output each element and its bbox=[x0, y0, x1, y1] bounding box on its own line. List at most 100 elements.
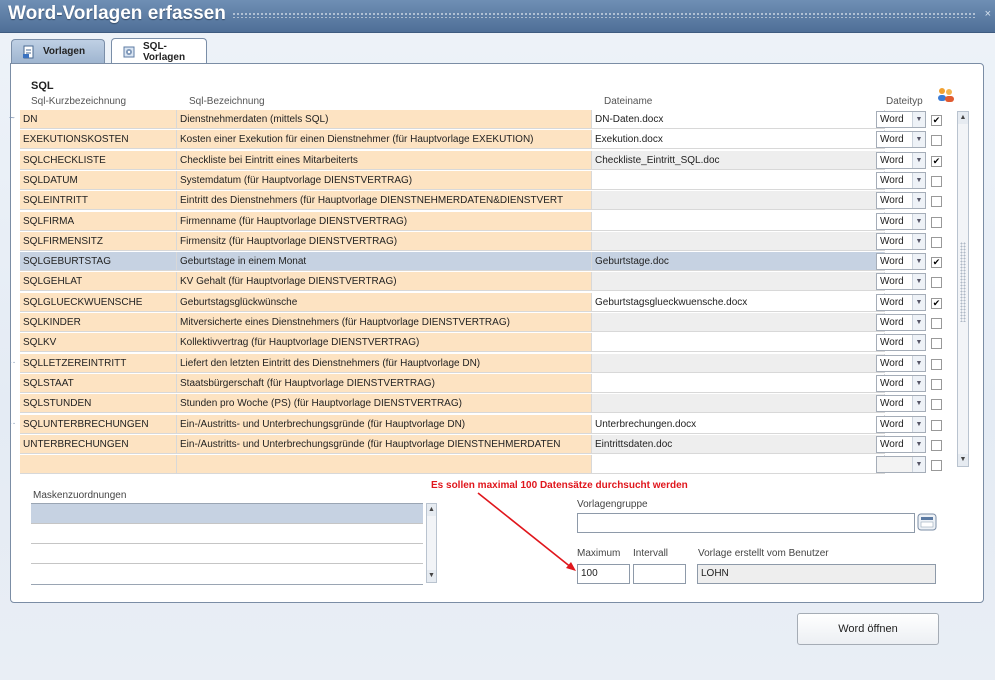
cell-desc[interactable]: Dienstnehmerdaten (mittels SQL) bbox=[177, 110, 592, 129]
cell-short[interactable]: SQLEINTRITT bbox=[20, 191, 177, 211]
cell-desc[interactable]: Staatsbürgerschaft (für Hauptvorlage DIE… bbox=[177, 373, 592, 393]
cell-file[interactable] bbox=[592, 353, 885, 373]
table-row[interactable]: DN Dienstnehmerdaten (mittels SQL) DN-Date… bbox=[20, 110, 885, 130]
table-row[interactable]: SQLGEBURTSTAG Geburtstage in einem Monat G… bbox=[20, 252, 885, 272]
open-word-button[interactable]: Word öffnen bbox=[797, 613, 939, 645]
scroll-down-icon[interactable]: ▼ bbox=[427, 570, 436, 582]
table-row[interactable] bbox=[20, 455, 885, 475]
row-checkbox[interactable] bbox=[931, 378, 942, 390]
row-checkbox[interactable] bbox=[931, 175, 942, 187]
cell-short[interactable]: SQLCHECKLISTE bbox=[20, 150, 177, 170]
table-row[interactable]: SQLEINTRITT Eintritt des Dienstnehmers (f… bbox=[20, 191, 885, 211]
table-row[interactable]: SQLGLUECKWUENSCHE Geburtstagsglückwünsche… bbox=[20, 292, 885, 313]
group-field[interactable] bbox=[577, 513, 915, 533]
chevron-down-icon[interactable]: ▼ bbox=[912, 152, 925, 168]
type-select[interactable]: Word ▼ bbox=[876, 232, 926, 250]
row-checkbox[interactable]: ✔ bbox=[931, 115, 942, 126]
list-item[interactable] bbox=[31, 524, 423, 544]
row-checkbox[interactable] bbox=[931, 216, 942, 228]
cell-desc[interactable]: Geburtstagsglückwünsche bbox=[177, 292, 592, 312]
chevron-down-icon[interactable]: ▼ bbox=[912, 457, 925, 473]
cell-file[interactable]: Geburtstage.doc bbox=[592, 252, 885, 272]
type-select[interactable]: Word ▼ bbox=[876, 435, 926, 453]
type-select[interactable]: Word ▼ bbox=[876, 374, 926, 392]
cell-desc[interactable]: Kollektivvertrag (für Hauptvorlage DIENS… bbox=[177, 333, 592, 353]
row-checkbox[interactable]: ✔ bbox=[931, 155, 942, 167]
type-select[interactable]: ▼ bbox=[876, 456, 926, 474]
cell-short[interactable]: DN bbox=[20, 110, 177, 129]
cell-file[interactable] bbox=[592, 211, 885, 231]
table-row[interactable]: SQLUNTERBRECHUNGEN Ein-/Austritts- und Un… bbox=[20, 414, 885, 435]
cell-short[interactable]: SQLGEHLAT bbox=[20, 272, 177, 292]
cell-short[interactable]: SQLFIRMA bbox=[20, 211, 177, 231]
row-checkbox[interactable] bbox=[931, 358, 942, 370]
chevron-down-icon[interactable]: ▼ bbox=[912, 396, 925, 412]
chevron-down-icon[interactable]: ▼ bbox=[912, 436, 925, 452]
cell-desc[interactable]: Kosten einer Exekution für einen Dienstn… bbox=[177, 130, 592, 150]
chevron-down-icon[interactable]: ▼ bbox=[912, 132, 925, 148]
scroll-grip[interactable] bbox=[960, 242, 966, 322]
row-checkbox[interactable] bbox=[931, 318, 942, 329]
chevron-down-icon[interactable]: ▼ bbox=[912, 233, 925, 249]
row-checkbox[interactable] bbox=[931, 196, 942, 208]
table-row[interactable]: EXEKUTIONSKOSTEN Kosten einer Exekution f… bbox=[20, 130, 885, 150]
cell-desc[interactable]: Eintritt des Dienstnehmers (für Hauptvor… bbox=[177, 191, 592, 211]
chevron-down-icon[interactable]: ▼ bbox=[912, 172, 925, 188]
table-row[interactable]: SQLSTUNDEN Stunden pro Woche (PS) (für Ha… bbox=[20, 394, 885, 414]
cell-short[interactable]: SQLFIRMENSITZ bbox=[20, 231, 177, 251]
list-item[interactable] bbox=[31, 544, 423, 564]
cell-desc[interactable]: Ein-/Austritts- und Unterbrechungsgründe… bbox=[177, 414, 592, 434]
cell-desc[interactable]: Systemdatum (für Hauptvorlage DIENSTVERT… bbox=[177, 170, 592, 190]
chevron-down-icon[interactable]: ▼ bbox=[912, 112, 925, 127]
row-checkbox[interactable] bbox=[931, 236, 942, 248]
cell-file[interactable] bbox=[592, 272, 885, 292]
cell-short[interactable]: SQLGEBURTSTAG bbox=[20, 252, 177, 272]
chevron-down-icon[interactable]: ▼ bbox=[912, 315, 925, 330]
cell-desc[interactable]: Liefert den letzten Eintritt des Dienstn… bbox=[177, 353, 592, 373]
cell-file[interactable] bbox=[592, 333, 885, 353]
cell-file[interactable] bbox=[592, 394, 885, 414]
table-row[interactable]: SQLFIRMENSITZ Firmensitz (für Hauptvorlag… bbox=[20, 231, 885, 252]
chevron-down-icon[interactable]: ▼ bbox=[912, 193, 925, 209]
calendar-picker-icon[interactable] bbox=[917, 512, 937, 535]
cell-short[interactable]: SQLGLUECKWUENSCHE bbox=[20, 292, 177, 312]
cell-file[interactable]: Exekution.docx bbox=[592, 130, 885, 150]
table-row[interactable]: SQLCHECKLISTE Checkliste bei Eintritt ein… bbox=[20, 150, 885, 171]
cell-desc[interactable]: Checkliste bei Eintritt eines Mitarbeite… bbox=[177, 150, 592, 170]
tab-sql-vorlagen[interactable]: SQL-Vorlagen bbox=[111, 38, 207, 64]
table-row[interactable]: SQLKINDER Mitversicherte eines Dienstnehm… bbox=[20, 313, 885, 333]
scroll-up-icon[interactable]: ▲ bbox=[958, 112, 968, 124]
cell-desc[interactable]: Firmensitz (für Hauptvorlage DIENSTVERTR… bbox=[177, 231, 592, 251]
row-checkbox[interactable] bbox=[931, 135, 942, 147]
scroll-down-icon[interactable]: ▼ bbox=[958, 454, 968, 466]
table-scrollbar[interactable]: ▲ ▼ bbox=[957, 111, 969, 467]
max-field[interactable]: 100 bbox=[577, 564, 630, 584]
users-icon[interactable] bbox=[936, 87, 956, 106]
cell-short[interactable]: SQLLETZEREINTRITT bbox=[20, 353, 177, 373]
type-select[interactable]: Word ▼ bbox=[876, 253, 926, 271]
row-checkbox[interactable] bbox=[931, 277, 942, 289]
masks-scrollbar[interactable]: ▲ ▼ bbox=[426, 503, 437, 583]
chevron-down-icon[interactable]: ▼ bbox=[912, 254, 925, 270]
row-checkbox[interactable] bbox=[931, 399, 942, 411]
row-checkbox[interactable] bbox=[931, 419, 942, 431]
type-select[interactable]: Word ▼ bbox=[876, 354, 926, 372]
table-row[interactable]: SQLSTAAT Staatsbürgerschaft (für Hauptvor… bbox=[20, 373, 885, 394]
type-select[interactable]: Word ▼ bbox=[876, 212, 926, 230]
type-select[interactable]: Word ▼ bbox=[876, 171, 926, 189]
type-select[interactable]: Word ▼ bbox=[876, 395, 926, 413]
cell-file[interactable]: Unterbrechungen.docx bbox=[592, 414, 885, 434]
table-row[interactable]: SQLDATUM Systemdatum (für Hauptvorlage DI… bbox=[20, 170, 885, 191]
list-item[interactable] bbox=[31, 564, 423, 584]
type-select[interactable]: Word ▼ bbox=[876, 273, 926, 291]
cell-desc[interactable]: Geburtstage in einem Monat bbox=[177, 252, 592, 272]
cell-short[interactable]: SQLSTAAT bbox=[20, 373, 177, 393]
interval-field[interactable] bbox=[633, 564, 686, 584]
type-select[interactable]: Word ▼ bbox=[876, 293, 926, 311]
cell-desc[interactable]: Stunden pro Woche (PS) (für Hauptvorlage… bbox=[177, 394, 592, 414]
cell-desc[interactable] bbox=[177, 455, 592, 475]
scroll-up-icon[interactable]: ▲ bbox=[427, 504, 436, 516]
chevron-down-icon[interactable]: ▼ bbox=[912, 274, 925, 290]
chevron-down-icon[interactable]: ▼ bbox=[912, 355, 925, 371]
table-row[interactable]: SQLLETZEREINTRITT Liefert den letzten Ein… bbox=[20, 353, 885, 374]
